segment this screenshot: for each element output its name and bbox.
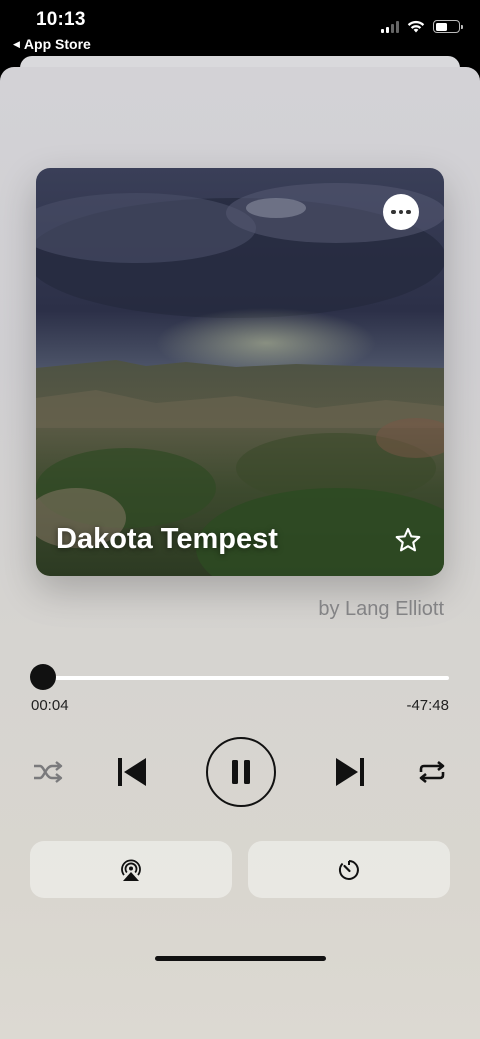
track-title: Dakota Tempest <box>56 523 278 555</box>
wifi-icon <box>407 20 425 33</box>
more-icon <box>391 209 396 215</box>
album-artwork: Dakota Tempest <box>36 168 444 576</box>
shuffle-button[interactable] <box>29 757 67 787</box>
cellular-signal-icon <box>381 20 399 33</box>
elapsed-time: 00:04 <box>31 697 69 714</box>
sleep-timer-button[interactable] <box>248 841 450 898</box>
status-bar: 10:13 ◀ App Store <box>0 0 480 56</box>
status-time: 10:13 <box>36 9 86 30</box>
back-app-label: App Store <box>23 36 91 52</box>
battery-icon <box>433 20 463 33</box>
back-arrow-icon: ◀ <box>13 38 20 49</box>
progress-scrubber[interactable] <box>30 664 56 690</box>
home-indicator[interactable] <box>155 956 326 961</box>
next-track-button[interactable] <box>330 752 370 792</box>
sleep-timer-icon <box>338 859 359 880</box>
airplay-button[interactable] <box>30 841 232 898</box>
previous-track-icon <box>118 758 146 786</box>
artwork-image <box>36 168 444 576</box>
more-options-button[interactable] <box>383 194 419 230</box>
back-to-app-link[interactable]: ◀ App Store <box>13 36 91 52</box>
pause-button[interactable] <box>206 737 276 807</box>
status-icons <box>381 20 463 33</box>
repeat-button[interactable] <box>413 757 451 787</box>
remaining-time: -47:48 <box>406 697 449 714</box>
artist-name: by Lang Elliott <box>318 598 444 620</box>
star-outline-icon[interactable] <box>394 526 422 554</box>
progress-bar[interactable] <box>42 676 449 680</box>
shuffle-icon <box>34 761 63 783</box>
pause-icon <box>232 760 250 784</box>
airplay-icon <box>121 859 141 881</box>
next-track-icon <box>336 758 364 786</box>
repeat-icon <box>419 760 445 784</box>
previous-track-button[interactable] <box>112 752 152 792</box>
